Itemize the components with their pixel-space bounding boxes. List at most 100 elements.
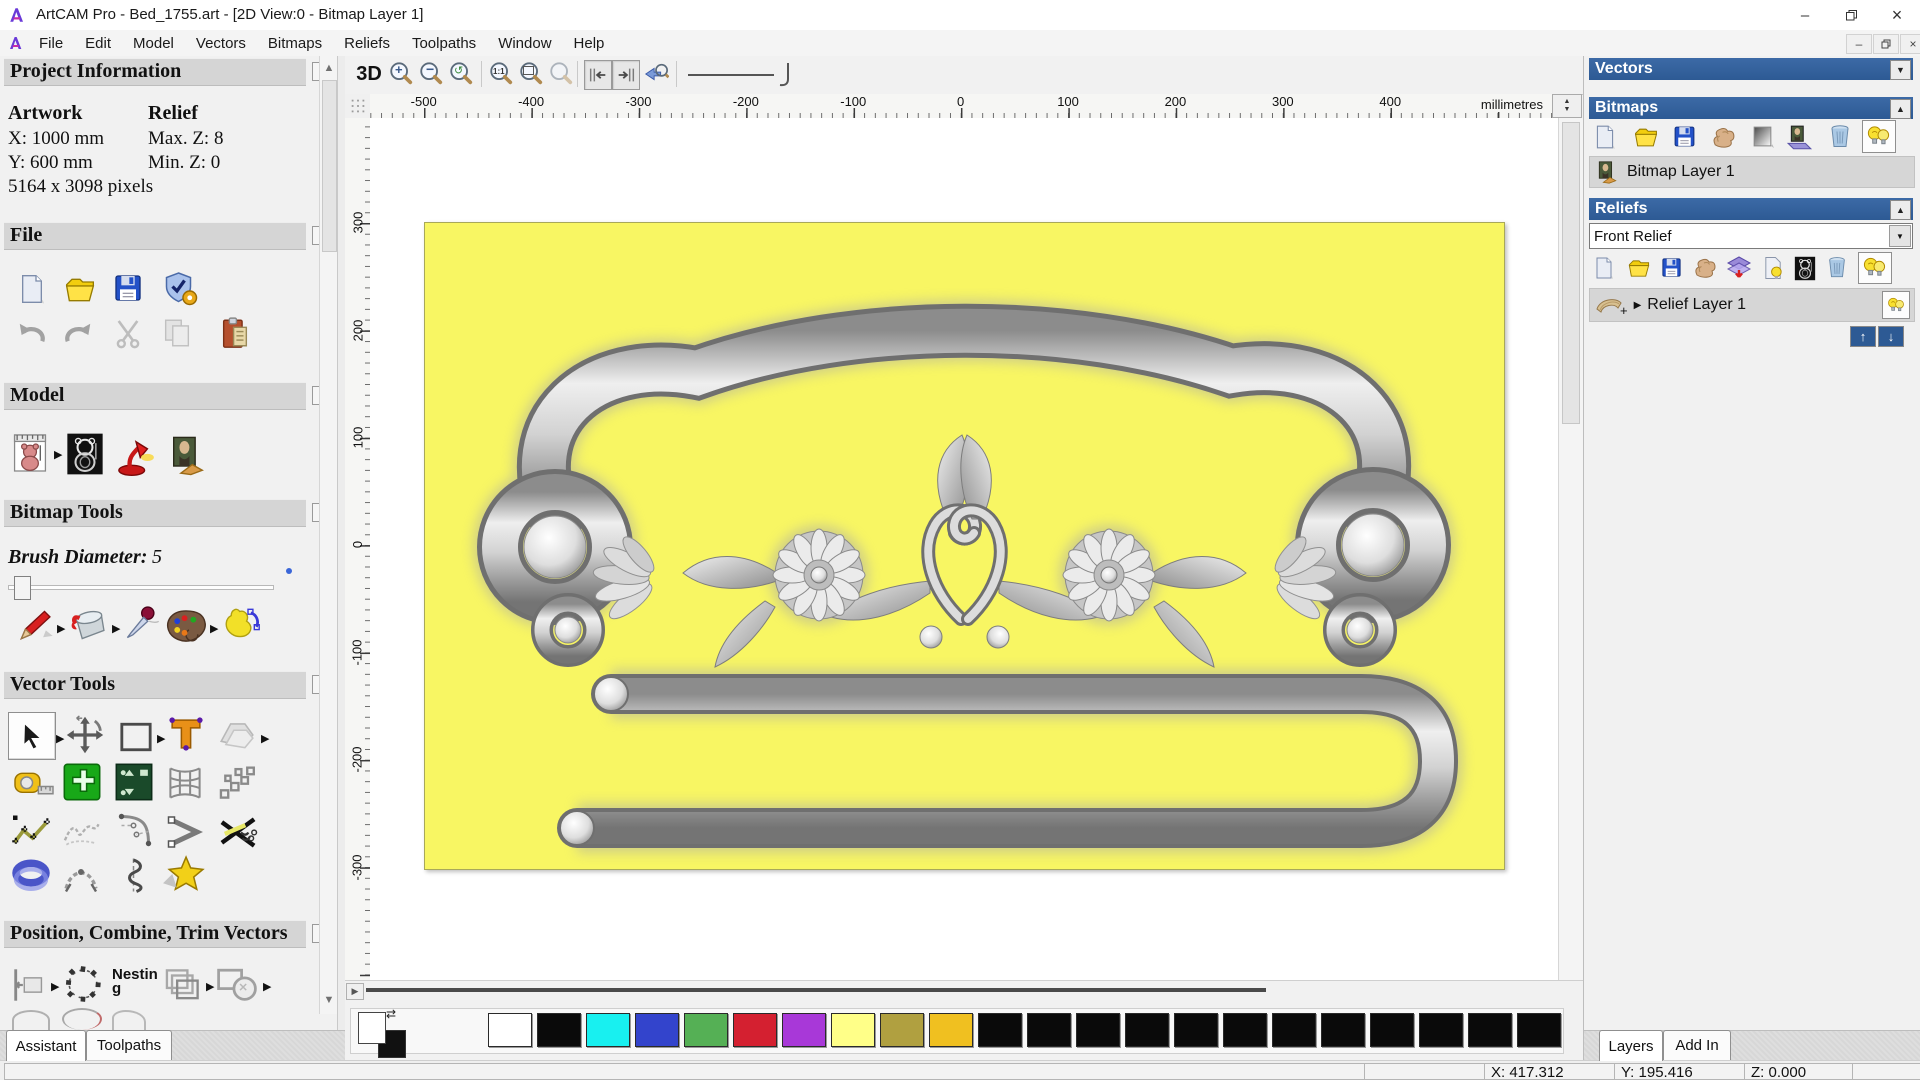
- merge-bitmap-icon[interactable]: [1710, 124, 1737, 151]
- menu-item[interactable]: Toolpaths: [401, 35, 487, 52]
- flyout-arrow-icon[interactable]: ▶: [210, 622, 218, 635]
- set-model-size-icon[interactable]: [12, 430, 48, 476]
- layer-properties-icon[interactable]: [1762, 255, 1785, 281]
- offset-vectors-icon[interactable]: [216, 716, 258, 754]
- brush-diameter-slider-track[interactable]: [8, 585, 274, 590]
- relief-preview-icon[interactable]: [1794, 256, 1816, 281]
- panel-tab[interactable]: Add In: [1663, 1030, 1731, 1060]
- colour-swatch[interactable]: [782, 1013, 826, 1047]
- zoom-to-fit-button[interactable]: [517, 60, 545, 88]
- menu-item[interactable]: Model: [122, 35, 185, 52]
- zoom-out-button[interactable]: −: [417, 60, 445, 88]
- paste-icon[interactable]: [218, 314, 252, 352]
- move-layer-down-button[interactable]: ↓: [1878, 326, 1904, 347]
- delete-relief-layer-icon[interactable]: [1826, 255, 1848, 280]
- delete-layer-icon[interactable]: [1828, 123, 1852, 150]
- menu-item[interactable]: Edit: [74, 35, 122, 52]
- zoom-previous-button[interactable]: ↺: [447, 60, 475, 88]
- flyout-arrow-icon[interactable]: ▶: [263, 980, 271, 993]
- create-polygon-icon[interactable]: [62, 762, 102, 802]
- zoom-1to1-button[interactable]: 1:1: [487, 60, 515, 88]
- bitmap-to-layer-icon[interactable]: [1786, 125, 1814, 151]
- layer-visibility-bulb-button[interactable]: [1882, 291, 1910, 319]
- save-relief-icon[interactable]: [1660, 256, 1683, 279]
- scrollbar-thumb[interactable]: [366, 988, 1266, 992]
- expand-icon[interactable]: ▼: [1890, 60, 1911, 80]
- corner-vertex-icon[interactable]: [164, 812, 206, 852]
- canvas-hscrollbar[interactable]: ▶: [345, 980, 1583, 1001]
- flyout-arrow-icon[interactable]: ▶: [112, 622, 120, 635]
- scrollbar-thumb[interactable]: [1562, 122, 1580, 424]
- colour-swatch[interactable]: [978, 1013, 1022, 1047]
- scroll-up-icon[interactable]: ▲: [320, 62, 338, 74]
- create-rectangle-icon[interactable]: [116, 720, 156, 754]
- vectors-section-header[interactable]: Vectors ▼: [1589, 58, 1913, 80]
- minimize-button[interactable]: –: [1782, 0, 1828, 30]
- colour-swatch[interactable]: [1027, 1013, 1071, 1047]
- colour-picker-icon[interactable]: [122, 604, 160, 644]
- envelope-distort-icon[interactable]: [164, 764, 206, 802]
- extrude-tool-icon[interactable]: [10, 856, 52, 896]
- open-model-icon[interactable]: [62, 274, 98, 306]
- paint-brush-icon[interactable]: [16, 606, 54, 644]
- colour-swatch[interactable]: [880, 1013, 924, 1047]
- scroll-right-icon[interactable]: ▶: [346, 983, 364, 1000]
- open-bitmap-icon[interactable]: [1632, 125, 1660, 150]
- open-relief-icon[interactable]: [1626, 257, 1652, 280]
- magic-wand-icon[interactable]: [220, 604, 262, 644]
- toggle-all-visibility-button[interactable]: [1862, 120, 1896, 153]
- new-relief-layer-icon[interactable]: [1592, 256, 1616, 280]
- flyout-arrow-icon[interactable]: ▶: [54, 448, 62, 461]
- scrollbar-thumb[interactable]: [322, 80, 337, 252]
- close-button[interactable]: ×: [1874, 0, 1920, 30]
- ruler-units-button[interactable]: ▲ ▼: [1552, 94, 1582, 118]
- colour-swatch[interactable]: [929, 1013, 973, 1047]
- stack-reliefs-icon[interactable]: [1726, 255, 1752, 281]
- fit-curve-icon[interactable]: [114, 810, 156, 850]
- scroll-down-icon[interactable]: ▼: [320, 994, 338, 1006]
- move-layer-up-button[interactable]: ↑: [1850, 326, 1876, 347]
- mdi-minimize-button[interactable]: –: [1846, 34, 1872, 54]
- colour-swatch[interactable]: [1076, 1013, 1120, 1047]
- merge-relief-icon[interactable]: [1692, 255, 1718, 281]
- panel-tab[interactable]: Assistant: [6, 1030, 86, 1061]
- colour-swatch[interactable]: [586, 1013, 630, 1047]
- paste-from-library-icon[interactable]: [114, 762, 154, 802]
- pan-view-button[interactable]: [642, 60, 670, 88]
- colour-swatch[interactable]: [488, 1013, 532, 1047]
- restore-button[interactable]: [1828, 0, 1874, 30]
- expand-layer-icon[interactable]: ▶: [1634, 300, 1642, 311]
- create-text-icon[interactable]: [166, 714, 206, 754]
- bitmap-layer-row[interactable]: Bitmap Layer 1: [1589, 156, 1915, 188]
- relief-preview-2d[interactable]: [424, 222, 1505, 870]
- colour-swatch[interactable]: [1272, 1013, 1316, 1047]
- colour-swatch[interactable]: [1468, 1013, 1512, 1047]
- colour-swatch[interactable]: [1174, 1013, 1218, 1047]
- colour-swatch[interactable]: [635, 1013, 679, 1047]
- panel-tab[interactable]: Layers: [1599, 1030, 1663, 1061]
- menu-item[interactable]: Window: [487, 35, 562, 52]
- colour-swatch[interactable]: [733, 1013, 777, 1047]
- undo-icon[interactable]: [14, 320, 48, 350]
- snap-right-toggle[interactable]: [612, 60, 640, 90]
- collapse-icon[interactable]: ▲: [1890, 200, 1911, 220]
- trim-vectors-icon[interactable]: [216, 810, 260, 852]
- transform-vectors-icon[interactable]: [64, 714, 106, 756]
- bitmaps-section-header[interactable]: Bitmaps ▲: [1589, 97, 1913, 119]
- flyout-arrow-icon[interactable]: ▶: [57, 622, 65, 635]
- canvas-viewport[interactable]: [370, 118, 1558, 980]
- nesting-tool[interactable]: Nesting: [112, 967, 160, 996]
- flood-fill-icon[interactable]: [68, 606, 110, 644]
- menu-item[interactable]: Vectors: [185, 35, 257, 52]
- text-on-curve-icon[interactable]: [60, 962, 106, 1006]
- colour-swatch[interactable]: [684, 1013, 728, 1047]
- reliefs-section-header[interactable]: Reliefs ▲: [1589, 198, 1913, 220]
- colour-swatch[interactable]: [1517, 1013, 1561, 1047]
- ruler-origin-box[interactable]: [345, 94, 371, 119]
- mdi-restore-button[interactable]: [1873, 34, 1899, 54]
- brush-diameter-slider-thumb[interactable]: [14, 576, 31, 600]
- colour-swatch[interactable]: [1321, 1013, 1365, 1047]
- colour-swatch[interactable]: [1370, 1013, 1414, 1047]
- create-star-icon[interactable]: [160, 852, 206, 896]
- menu-item[interactable]: Reliefs: [333, 35, 401, 52]
